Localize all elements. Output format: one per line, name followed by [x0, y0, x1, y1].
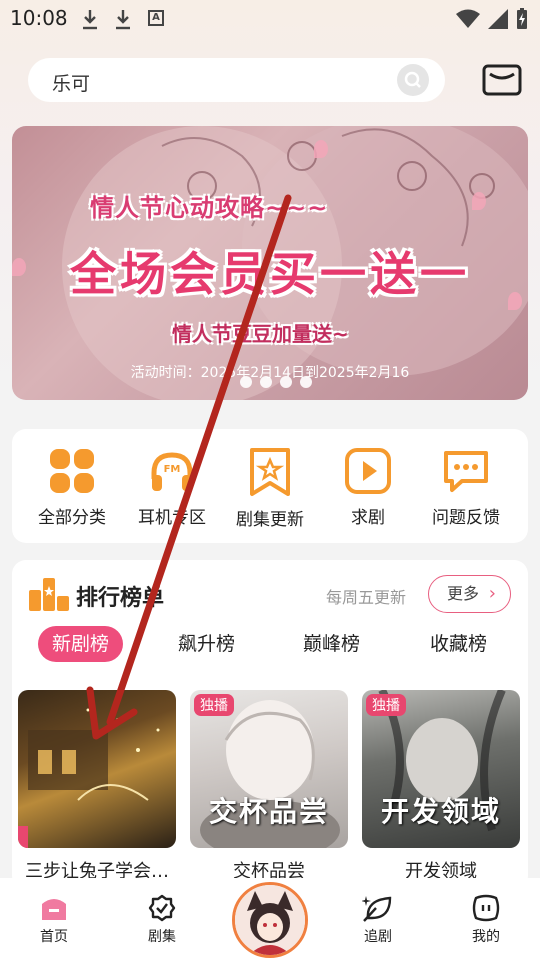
quick-label: 求剧 [351, 508, 385, 528]
nav-follow[interactable]: 追剧 [338, 894, 418, 946]
status-bar: 10:08 A [0, 0, 540, 38]
quick-label: 问题反馈 [432, 508, 500, 528]
ranking-update-note: 每周五更新 [326, 588, 407, 607]
keyboard-a-icon: A [148, 10, 164, 26]
drama-card[interactable]: 三步让兔子学会… [18, 690, 176, 883]
nav-label: 首页 [40, 929, 68, 945]
promo-banner[interactable]: 情人节心动攻略~~~ 全场会员买一送一 情人节豆豆加量送~ 活动时间：2025年… [12, 126, 528, 400]
badge-icon [148, 894, 176, 922]
quick-label: 耳机专区 [138, 508, 206, 528]
chevron-right-icon: › [488, 583, 496, 604]
quick-actions: 全部分类 FM 耳机专区 剧集更新 求剧 问题反馈 [12, 429, 528, 543]
battery-icon [517, 8, 527, 29]
petal-decoration [314, 140, 328, 158]
quick-label: 剧集更新 [236, 510, 304, 530]
ranking-section: 排行榜单 每周五更新 更多 › 新剧榜 飙升榜 巅峰榜 收藏榜 三步让兔子学会… [12, 560, 528, 890]
drama-card[interactable]: 独播 开发领域 开发领域 [362, 690, 520, 883]
pagination-dot[interactable] [300, 376, 312, 388]
more-label: 更多 [447, 584, 480, 603]
tab-favorites[interactable]: 收藏榜 [430, 626, 487, 662]
quick-request[interactable]: 求剧 [320, 447, 416, 528]
nav-label: 追剧 [364, 929, 392, 945]
tab-peak[interactable]: 巅峰榜 [303, 626, 360, 662]
pagination-dot[interactable] [280, 376, 292, 388]
grid-icon [50, 449, 94, 493]
face-icon [472, 894, 500, 922]
banner-headline: 全场会员买一送一 [70, 247, 470, 301]
nav-label: 我的 [472, 929, 500, 945]
banner-pagination[interactable] [240, 376, 312, 388]
quick-feedback[interactable]: 问题反馈 [418, 447, 514, 528]
bookmark-star-icon [250, 448, 290, 496]
cover-title: 开发领域 [380, 795, 501, 828]
leaf-icon [362, 896, 392, 922]
quick-all-categories[interactable]: 全部分类 [24, 447, 120, 528]
wifi-icon [456, 9, 480, 28]
nav-label: 剧集 [148, 929, 176, 945]
chat-bubble-icon [444, 451, 488, 492]
nav-home[interactable]: 首页 [14, 894, 94, 946]
download-icon [115, 8, 131, 35]
drama-cover[interactable]: 独播 交杯品尝 [190, 690, 348, 848]
banner-line1: 情人节心动攻略~~~ [90, 194, 329, 222]
pagination-dot[interactable] [260, 376, 272, 388]
ranking-title: 排行榜单 [76, 586, 165, 611]
tab-new[interactable]: 新剧榜 [38, 626, 124, 662]
cover-title: 交杯品尝 [208, 795, 329, 828]
avatar [235, 885, 305, 955]
nav-mine[interactable]: 我的 [446, 894, 526, 946]
search-input[interactable]: 乐可 [52, 69, 90, 96]
drama-cover[interactable] [18, 690, 176, 848]
status-time: 10:08 [10, 6, 68, 30]
exclusive-badge: 独播 [366, 694, 406, 716]
message-box-icon[interactable] [482, 64, 522, 96]
ranking-chart-icon [29, 578, 69, 611]
svg-text:FM: FM [164, 464, 181, 475]
exclusive-badge: 独播 [194, 694, 234, 716]
drama-cover[interactable]: 独播 开发领域 [362, 690, 520, 848]
signal-icon [488, 9, 508, 29]
nav-episodes[interactable]: 剧集 [122, 894, 202, 946]
search-bar[interactable]: 乐可 [28, 58, 445, 102]
banner-line3: 情人节豆豆加量送~ [172, 322, 349, 346]
petal-decoration [472, 192, 486, 210]
play-box-icon [345, 448, 391, 494]
quick-episode-update[interactable]: 剧集更新 [222, 447, 318, 530]
headphones-icon: FM [151, 452, 193, 491]
download-icon [82, 8, 98, 35]
center-avatar-button[interactable] [232, 882, 308, 958]
search-icon[interactable] [397, 64, 429, 96]
tab-rising[interactable]: 飙升榜 [178, 626, 235, 662]
quick-label: 全部分类 [38, 508, 106, 528]
quick-headphones[interactable]: FM 耳机专区 [124, 447, 220, 528]
pagination-dot[interactable] [240, 376, 252, 388]
status-right [456, 8, 528, 30]
home-icon [42, 899, 66, 920]
drama-card[interactable]: 独播 交杯品尝 交杯品尝 [190, 690, 348, 883]
more-button[interactable]: 更多 › [428, 575, 511, 613]
